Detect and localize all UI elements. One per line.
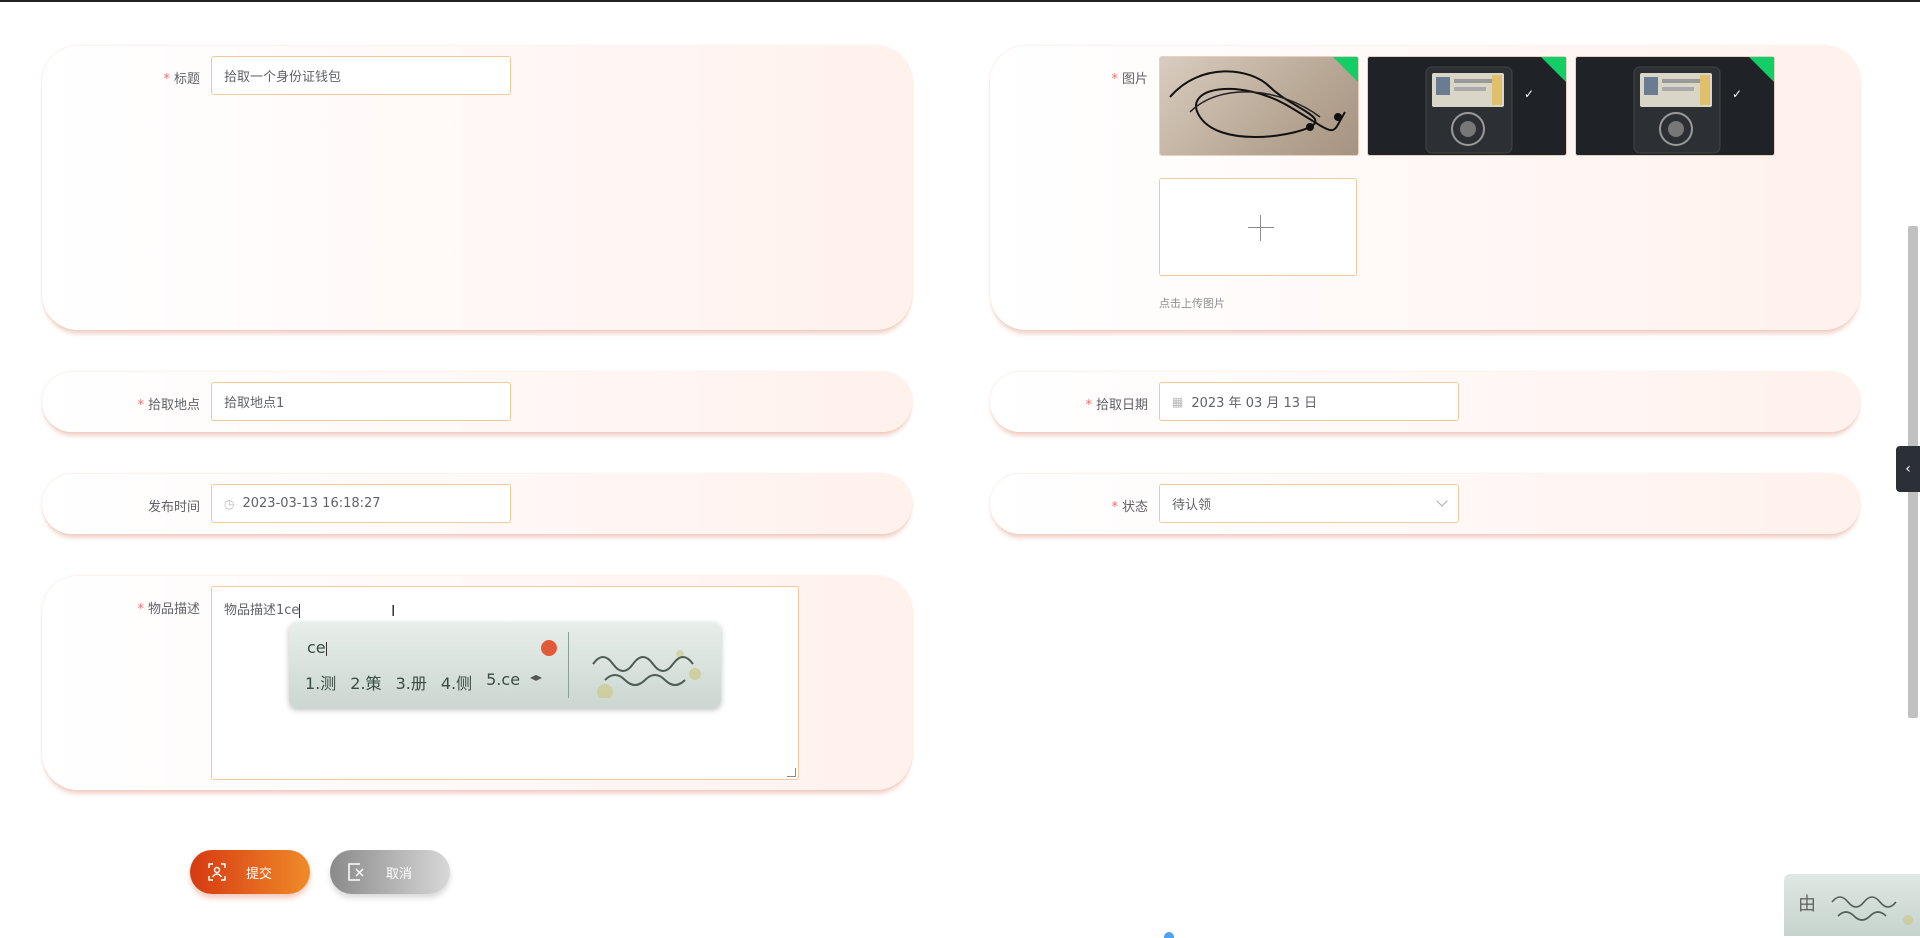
ime-candidate-list: 1.测 2.策 3.册 4.侧 5.ce ◂▸ [305,670,542,694]
id-wallet-photo-1[interactable]: ✓ [1367,56,1567,156]
ime-status-widget[interactable]: 由 [1784,874,1920,936]
collapse-panel-button[interactable]: ‹ [1896,446,1920,492]
ime-composition: ce [307,638,327,657]
status-select[interactable]: 待认领 [1159,484,1459,523]
status-label: * 状态 [1111,500,1148,515]
ime-candidate[interactable]: 3.册 [396,670,427,694]
ime-page-arrows-icon[interactable]: ◂▸ [530,670,542,694]
publish-time-label: 发布时间 [147,500,200,515]
check-icon: ✓ [1523,87,1534,101]
id-wallet-photo-2[interactable]: ✓ [1575,56,1775,156]
images-label: * 图片 [1111,72,1148,87]
resize-handle[interactable] [787,768,796,777]
close-box-icon [348,863,366,881]
clock-icon: ◷ [224,496,235,511]
description-label: * 物品描述 [137,602,200,617]
title-input[interactable]: 拾取一个身份证钱包 [211,56,511,95]
date-picker[interactable]: ▦ 2023 年 03 月 13 日 [1159,382,1459,421]
chevron-down-icon [1436,495,1448,507]
chevron-left-icon: ‹ [1905,461,1911,477]
loading-indicator [1164,932,1174,938]
scan-person-icon [208,863,226,881]
text-cursor-icon: I [391,602,396,620]
upload-image-button[interactable] [1159,178,1357,276]
ime-candidate-window: ce 1.测 2.策 3.册 4.侧 5.ce ◂▸ [289,622,721,708]
submit-button[interactable]: 提交 [190,850,310,894]
date-label: * 拾取日期 [1085,398,1148,413]
ime-candidate[interactable]: 5.ce [486,670,520,694]
earphones-photo[interactable] [1159,56,1359,156]
ime-candidate[interactable]: 4.侧 [441,670,472,694]
publish-time-picker[interactable]: ◷ 2023-03-13 16:18:27 [211,484,511,523]
window-top-border [0,0,1920,2]
ime-candidate[interactable]: 2.策 [350,670,381,694]
ime-logo-icon [541,640,557,656]
check-icon: ✓ [1731,87,1742,101]
ime-skin-art [1831,896,1913,925]
location-input[interactable]: 拾取地点1 [211,382,511,421]
upload-hint: 点击上传图片 [1159,297,1225,310]
title-label: * 标题 [163,72,200,87]
cancel-button[interactable]: 取消 [330,850,450,894]
ime-candidate[interactable]: 1.测 [305,670,336,694]
ime-skin-art [592,650,701,698]
calendar-icon: ▦ [1172,394,1184,409]
location-label: * 拾取地点 [137,398,200,413]
plus-icon [1248,227,1274,228]
